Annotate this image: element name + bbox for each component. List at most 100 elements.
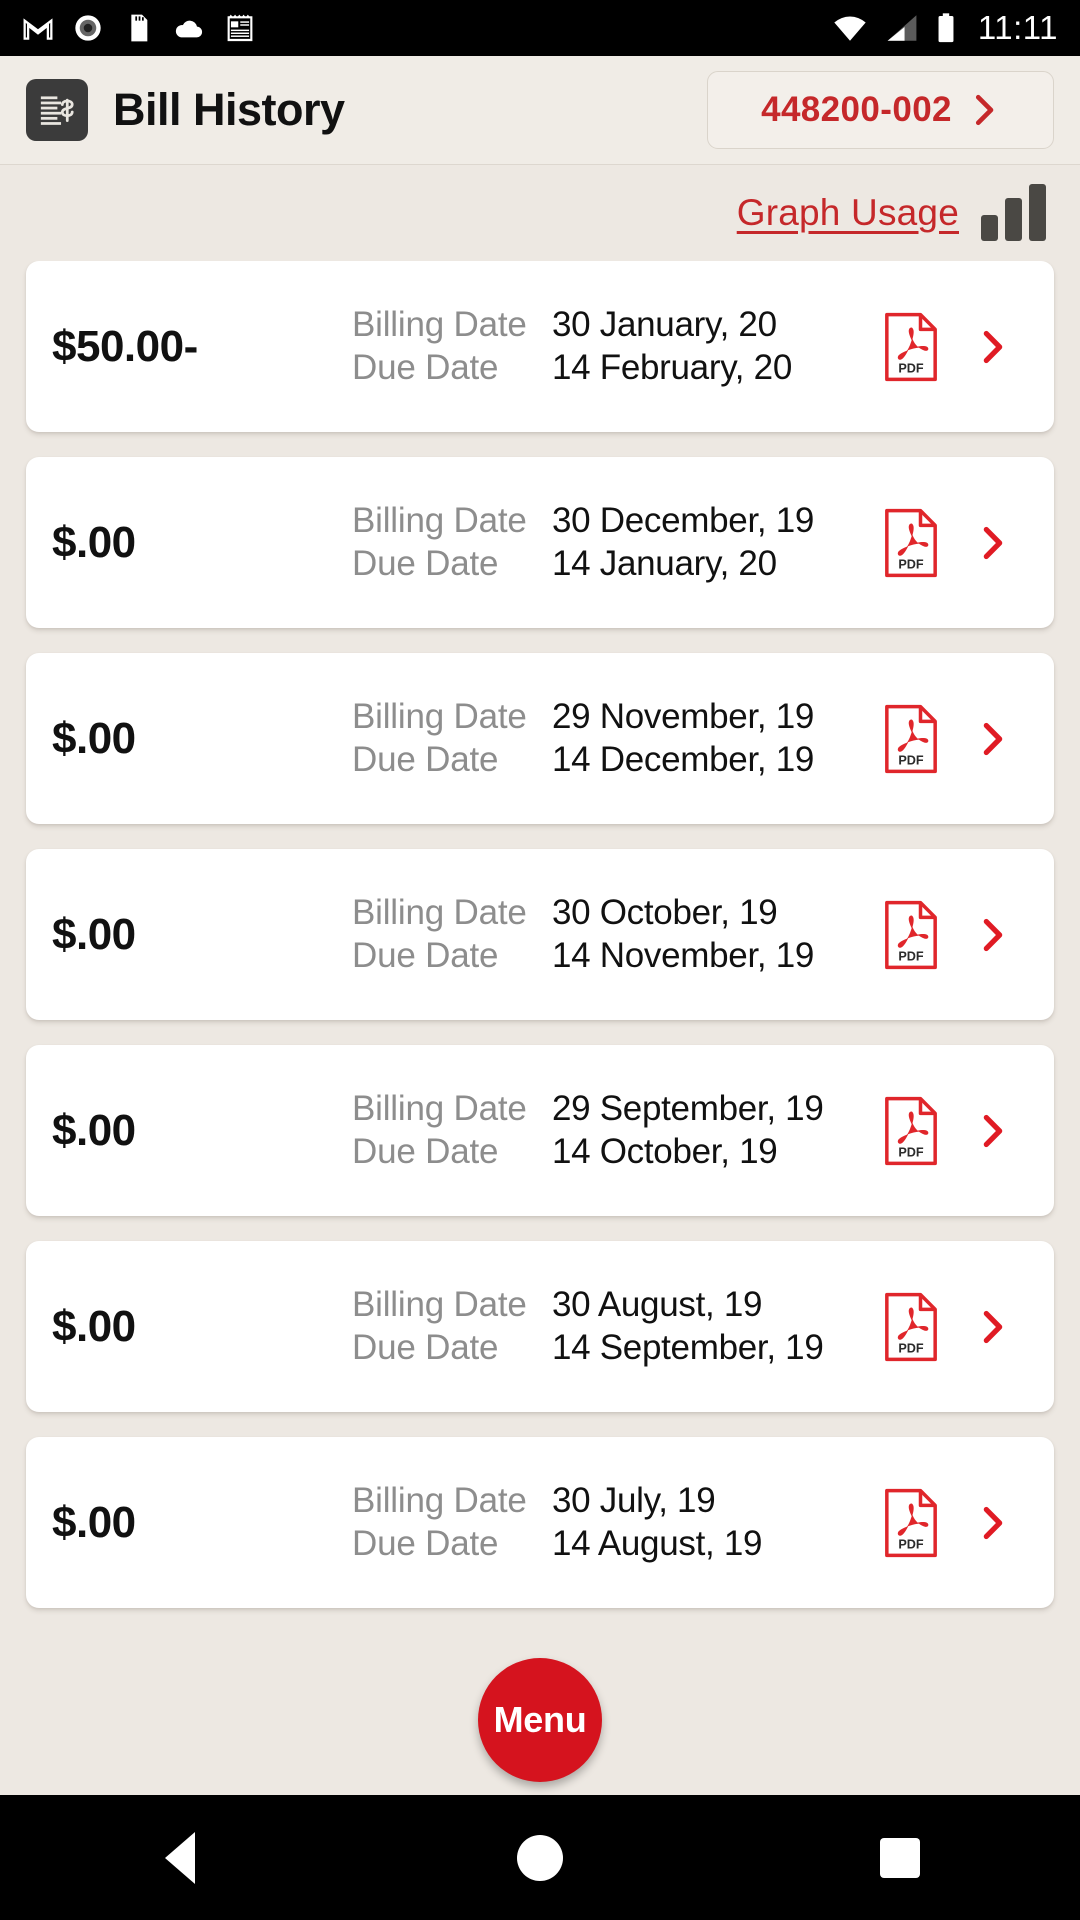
billing-date-value: 30 January, 20 [552, 305, 777, 344]
bill-dates: Billing Date 30 October, 19 Due Date 14 … [352, 890, 864, 979]
bill-history-row[interactable]: $50.00- Billing Date 30 January, 20 Due … [26, 261, 1054, 432]
account-selector-button[interactable]: 448200-002 [707, 71, 1054, 149]
pdf-file-icon[interactable]: PDF [882, 1096, 940, 1166]
pdf-download-button[interactable]: PDF [874, 508, 948, 578]
row-chevron-right-icon[interactable] [978, 328, 1008, 366]
bill-document-icon [26, 79, 88, 141]
recents-square-icon [880, 1837, 920, 1878]
pdf-file-icon[interactable]: PDF [882, 900, 940, 970]
svg-text:PDF: PDF [898, 949, 924, 963]
billing-date-label: Billing Date [352, 697, 527, 736]
bill-amount: $.00 [52, 909, 136, 959]
due-date-line: Due Date 14 October, 19 [352, 1132, 864, 1172]
row-chevron-right-icon[interactable] [978, 1504, 1008, 1542]
menu-fab-button[interactable]: Menu [478, 1658, 602, 1782]
bill-detail-chevron-button[interactable] [962, 916, 1024, 954]
billing-date-label: Billing Date [352, 1285, 527, 1324]
bill-detail-chevron-button[interactable] [962, 1308, 1024, 1346]
billing-date-line: Billing Date 30 January, 20 [352, 305, 864, 345]
pdf-file-icon[interactable]: PDF [882, 312, 940, 382]
nav-recents-button[interactable] [720, 1837, 1080, 1878]
bill-detail-chevron-button[interactable] [962, 1112, 1024, 1150]
due-date-value: 14 August, 19 [552, 1524, 763, 1563]
due-date-line: Due Date 14 November, 19 [352, 936, 864, 976]
billing-date-label: Billing Date [352, 501, 527, 540]
menu-fab-label: Menu [493, 1699, 587, 1740]
billing-date-value: 30 December, 19 [552, 501, 815, 540]
due-date-label: Due Date [352, 1328, 499, 1367]
nav-home-button[interactable] [360, 1834, 720, 1881]
pdf-file-icon[interactable]: PDF [882, 704, 940, 774]
status-bar-notification-icons [22, 12, 256, 44]
svg-text:PDF: PDF [898, 1341, 924, 1355]
billing-date-value: 30 August, 19 [552, 1285, 763, 1324]
due-date-label: Due Date [352, 936, 499, 975]
due-date-label: Due Date [352, 544, 499, 583]
pdf-file-icon[interactable]: PDF [882, 1292, 940, 1362]
bar-chart-bar-2 [1005, 198, 1022, 241]
row-chevron-right-icon[interactable] [978, 720, 1008, 758]
bill-dates: Billing Date 30 December, 19 Due Date 14… [352, 498, 864, 587]
due-date-value: 14 December, 19 [552, 740, 815, 779]
billing-date-label: Billing Date [352, 305, 527, 344]
status-bar-clock: 11:11 [977, 9, 1058, 46]
bill-dates: Billing Date 30 August, 19 Due Date 14 S… [352, 1282, 864, 1371]
billing-date-line: Billing Date 30 August, 19 [352, 1285, 864, 1325]
billing-date-line: Billing Date 29 September, 19 [352, 1089, 864, 1129]
home-circle-icon [517, 1834, 563, 1881]
row-chevron-right-icon[interactable] [978, 1308, 1008, 1346]
bill-history-row[interactable]: $.00 Billing Date 30 July, 19 Due Date 1… [26, 1437, 1054, 1608]
pdf-file-icon[interactable]: PDF [882, 1488, 940, 1558]
bill-amount: $50.00- [52, 321, 198, 371]
chevron-right-icon [975, 94, 994, 126]
bill-history-row[interactable]: $.00 Billing Date 30 December, 19 Due Da… [26, 457, 1054, 628]
bill-dates: Billing Date 29 September, 19 Due Date 1… [352, 1086, 864, 1175]
bill-history-row[interactable]: $.00 Billing Date 29 November, 19 Due Da… [26, 653, 1054, 824]
bill-amount: $.00 [52, 1105, 136, 1155]
bill-detail-chevron-button[interactable] [962, 720, 1024, 758]
bill-detail-chevron-button[interactable] [962, 1504, 1024, 1542]
due-date-value: 14 February, 20 [552, 348, 792, 387]
pdf-file-icon[interactable]: PDF [882, 508, 940, 578]
due-date-label: Due Date [352, 740, 499, 779]
bill-history-row[interactable]: $.00 Billing Date 30 August, 19 Due Date… [26, 1241, 1054, 1412]
billing-date-line: Billing Date 30 December, 19 [352, 501, 864, 541]
svg-text:PDF: PDF [898, 1537, 924, 1551]
fab-container: Menu [0, 1645, 1080, 1795]
pdf-download-button[interactable]: PDF [874, 704, 948, 774]
bill-history-row[interactable]: $.00 Billing Date 29 September, 19 Due D… [26, 1045, 1054, 1216]
bar-chart-icon[interactable] [981, 184, 1046, 241]
graph-usage-link[interactable]: Graph Usage [737, 192, 959, 234]
nav-back-button[interactable] [0, 1831, 360, 1884]
due-date-value: 14 January, 20 [552, 544, 777, 583]
due-date-line: Due Date 14 January, 20 [352, 544, 864, 584]
bill-detail-chevron-button[interactable] [962, 524, 1024, 562]
due-date-value: 14 October, 19 [552, 1132, 778, 1171]
sdcard-icon [131, 14, 148, 42]
billing-date-value: 29 November, 19 [552, 697, 815, 736]
due-date-value: 14 September, 19 [552, 1328, 824, 1367]
account-number-label: 448200-002 [761, 90, 952, 129]
pdf-download-button[interactable]: PDF [874, 900, 948, 970]
billing-date-value: 30 October, 19 [552, 893, 778, 932]
row-chevron-right-icon[interactable] [978, 916, 1008, 954]
gmail-icon [23, 18, 53, 40]
wifi-icon [834, 16, 866, 41]
bill-history-list[interactable]: $50.00- Billing Date 30 January, 20 Due … [0, 261, 1080, 1645]
bar-chart-bar-3 [1029, 184, 1046, 241]
bill-history-row[interactable]: $.00 Billing Date 30 October, 19 Due Dat… [26, 849, 1054, 1020]
bill-amount: $.00 [52, 1497, 136, 1547]
bill-detail-chevron-button[interactable] [962, 328, 1024, 366]
status-bar: 11:11 [0, 0, 1080, 56]
bar-chart-bar-1 [981, 215, 998, 241]
row-chevron-right-icon[interactable] [978, 524, 1008, 562]
notepad-icon [227, 14, 253, 42]
pdf-download-button[interactable]: PDF [874, 1096, 948, 1166]
pdf-download-button[interactable]: PDF [874, 1488, 948, 1558]
row-chevron-right-icon[interactable] [978, 1112, 1008, 1150]
pdf-download-button[interactable]: PDF [874, 1292, 948, 1362]
cloud-icon [175, 20, 203, 38]
back-triangle-icon [165, 1831, 195, 1884]
pdf-download-button[interactable]: PDF [874, 312, 948, 382]
billing-date-value: 29 September, 19 [552, 1089, 824, 1128]
